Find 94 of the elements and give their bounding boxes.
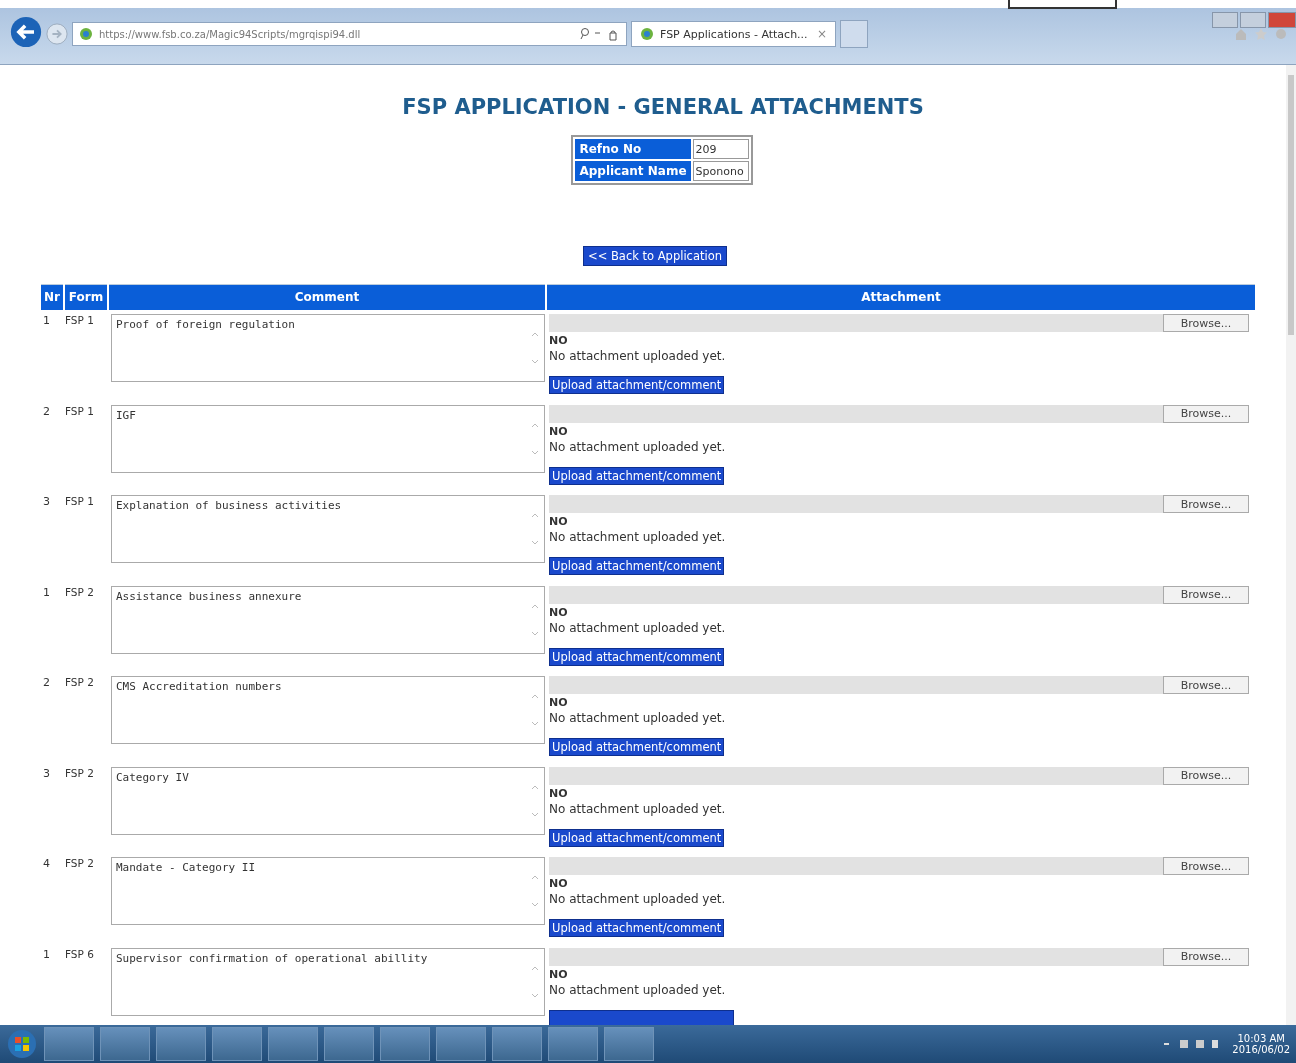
browse-button[interactable]: Browse... [1163,857,1249,875]
file-field[interactable]: Browse... [549,495,1249,513]
status-message: No attachment uploaded yet. [549,530,727,544]
browse-button[interactable]: Browse... [1163,585,1249,604]
status-message: No attachment uploaded yet. [549,982,727,997]
info-value: Sponono [692,161,749,181]
address-bar[interactable]: https://www.fsb.co.za/Magic94Scripts/mgrqispi94.dll [72,22,627,46]
upload-status: NO [549,424,569,438]
status-message: No attachment uploaded yet. [549,801,727,816]
status-message: No attachment uploaded yet. [549,620,727,635]
row-number: 1 [43,947,50,961]
back-button[interactable]: << Back to Application [583,246,727,266]
address-icons[interactable] [580,27,620,41]
tab-title: FSP Applications - Attach... [660,27,809,41]
form-code: FSP 6 [65,947,94,960]
comment-field[interactable]: IGF [111,404,545,473]
upload-status: NO [549,786,569,800]
back-icon[interactable] [10,16,42,48]
file-field[interactable]: Browse... [549,766,1249,785]
comment-field[interactable]: Assistance business annexure [111,585,545,654]
form-code: FSP 1 [65,314,94,326]
comment-field[interactable]: Mandate - Category II [111,857,545,925]
comment-field[interactable]: Explanation of business activities [111,495,545,563]
upload-status: NO [549,515,569,528]
row-number: 3 [43,766,50,780]
form-code: FSP 1 [65,404,94,417]
clock-time: 10:03 AM [1237,1033,1285,1044]
upload-status: NO [549,334,569,347]
column-header: Comment [109,284,545,310]
minimize-icon[interactable] [1212,12,1238,28]
scrollbar[interactable] [1286,65,1296,1025]
upload-button[interactable]: Upload attachment/comment [549,557,725,575]
status-message: No attachment uploaded yet. [549,711,727,725]
new-tab-button[interactable] [840,20,868,48]
upload-button[interactable]: Upload attachment/comment [549,919,725,937]
upload-button[interactable]: Upload attachment/comment [549,738,725,756]
browse-button[interactable]: Browse... [1163,314,1249,332]
upload-button[interactable] [549,1009,734,1025]
browse-button[interactable]: Browse... [1163,404,1249,423]
clock-date: 2016/06/02 [1232,1044,1290,1055]
column-header: Attachment [547,284,1255,310]
browse-button[interactable]: Browse... [1163,766,1249,785]
browse-button[interactable]: Browse... [1163,495,1249,513]
file-field[interactable]: Browse... [549,585,1249,604]
row-number: 1 [43,585,50,599]
comment-field[interactable]: Category IV [111,766,545,835]
browser-tab[interactable]: FSP Applications - Attach... × [631,21,836,47]
page-title: FSP APPLICATION - GENERAL ATTACHMENTS [401,95,925,119]
close-icon[interactable] [1268,12,1296,28]
settings-icon[interactable] [1274,27,1288,41]
form-code: FSP 2 [65,585,94,598]
row-number: 1 [43,314,50,327]
status-message: No attachment uploaded yet. [549,892,727,906]
home-icon[interactable] [1234,27,1248,41]
upload-button[interactable]: Upload attachment/comment [549,828,725,847]
file-field[interactable]: Browse... [549,857,1249,875]
upload-status: NO [549,877,569,890]
upload-status: NO [549,967,569,981]
file-field[interactable]: Browse... [549,314,1249,332]
page-icon [640,27,654,41]
maximize-icon[interactable] [1240,12,1266,28]
browse-button[interactable]: Browse... [1163,676,1249,694]
column-header: Form [65,284,107,310]
status-message: No attachment uploaded yet. [549,349,727,363]
row-number: 2 [43,404,50,418]
tab-close-button[interactable]: × [816,27,827,41]
upload-status: NO [549,696,569,709]
file-field[interactable]: Browse... [549,676,1249,694]
comment-field[interactable]: Supervisor confirmation of operational abillity [111,947,545,1016]
form-code: FSP 2 [65,766,94,779]
upload-button[interactable]: Upload attachment/comment [549,466,725,485]
start-button[interactable] [6,1028,38,1060]
file-field[interactable]: Browse... [549,404,1249,423]
form-code: FSP 1 [65,495,94,507]
comment-field[interactable]: Proof of foreign regulation [111,314,545,382]
upload-button[interactable]: Upload attachment/comment [549,647,725,666]
browse-button[interactable]: Browse... [1163,947,1249,966]
status-message: No attachment uploaded yet. [549,439,727,454]
form-code: FSP 2 [65,676,94,688]
forward-icon[interactable] [46,23,68,45]
form-code: FSP 2 [65,857,94,869]
comment-field[interactable]: CMS Accreditation numbers [111,676,545,744]
row-number: 2 [43,676,50,689]
info-label: Applicant Name [575,161,691,181]
info-value: 209 [692,139,749,159]
file-field[interactable]: Browse... [549,947,1249,966]
upload-button[interactable]: Upload attachment/comment [549,376,725,394]
page-icon [79,27,93,41]
column-header: Nr [41,284,63,310]
upload-status: NO [549,605,569,619]
row-number: 4 [43,857,50,870]
row-number: 3 [43,495,50,508]
star-icon[interactable] [1254,27,1268,41]
info-label: Refno No [575,139,691,159]
